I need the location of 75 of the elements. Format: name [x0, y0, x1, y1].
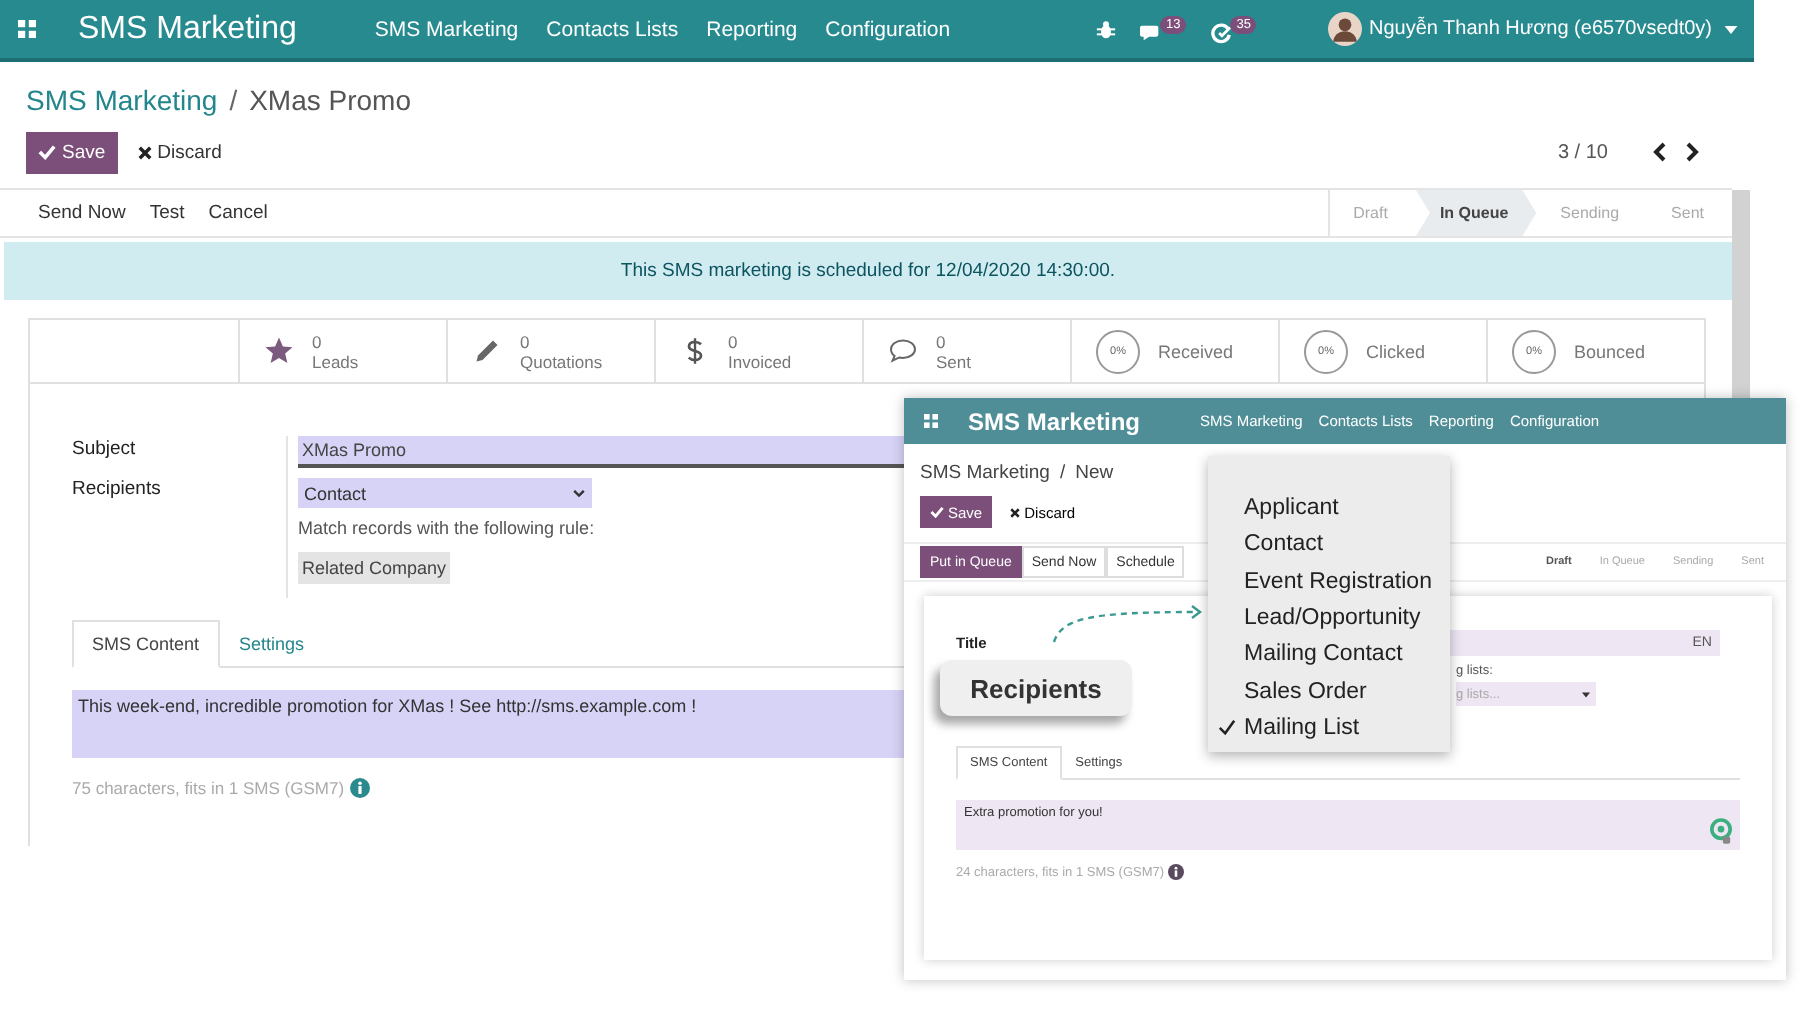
tab[interactable]: SMS Content [72, 620, 220, 668]
recipients-select[interactable]: Contact [298, 478, 592, 508]
pager-counter: 3 / 10 [1557, 141, 1608, 163]
character-counter: 75 characters, fits in 1 SMS (GSM7) [72, 778, 345, 798]
stat-value: 0 [728, 331, 740, 351]
stat-label: Leads [312, 351, 359, 371]
stat-button[interactable]: 0 Sent [862, 320, 1070, 382]
status-stage[interactable]: In Queue [1415, 190, 1537, 236]
circle-icon[interactable] [1710, 818, 1732, 844]
previous-icon[interactable] [1652, 142, 1668, 162]
bug-icon[interactable] [1096, 19, 1117, 39]
stat-label: Clicked [1366, 341, 1426, 361]
apps-menu-icon[interactable] [924, 414, 938, 428]
next-icon[interactable] [1684, 142, 1700, 162]
rule-label: Match records with the following rule: [298, 518, 595, 538]
option-label[interactable]: Contact [1244, 532, 1324, 557]
menu-item[interactable]: Contacts Lists [546, 17, 679, 41]
clock-icon [1210, 21, 1233, 43]
breadcrumb-current: SMS Marketing [920, 461, 1050, 483]
rule-chip[interactable]: Related Company [298, 552, 451, 584]
stat-label: Sent [936, 351, 971, 371]
stat-button[interactable]: 0 Invoiced [654, 320, 862, 382]
banner-text: This SMS marketing is scheduled for 12/04/2020 14:30:00. [620, 260, 1116, 282]
option-label[interactable]: Mailing Contact [1244, 642, 1403, 667]
dropdown-option[interactable]: Contact [1208, 526, 1450, 564]
option-label[interactable]: Event Registration [1244, 569, 1432, 594]
menu-item[interactable]: SMS Marketing [374, 17, 519, 41]
caret-icon[interactable] [1724, 25, 1738, 33]
app-name: SMS Marketing [78, 11, 297, 47]
menu-item[interactable]: Reporting [706, 17, 798, 41]
dropdown-option[interactable]: Event Registration [1208, 563, 1450, 600]
star-icon [264, 336, 294, 366]
check-icon [930, 506, 944, 518]
breadcrumb-separator: / [229, 84, 238, 116]
save-button[interactable]: Save [26, 131, 118, 173]
option-label[interactable]: Mailing List [1244, 715, 1360, 740]
avatar-icon[interactable] [1328, 12, 1363, 46]
action-button[interactable]: Test [137, 202, 197, 224]
check-icon [38, 144, 56, 160]
caret-icon [1582, 691, 1590, 697]
dropdown-option[interactable]: Mailing List [1208, 709, 1450, 747]
chat-icon [1140, 21, 1163, 43]
info-icon[interactable] [1168, 864, 1185, 880]
chevron-down-icon [572, 489, 586, 497]
menu-item[interactable]: Configuration [825, 17, 951, 41]
stat-value: 0 [520, 331, 532, 351]
stat-label: Received [1158, 341, 1234, 361]
speech-bubble-icon [888, 336, 918, 366]
tab[interactable]: Settings [219, 620, 325, 668]
info-icon[interactable] [350, 778, 371, 798]
close-icon [137, 145, 152, 159]
stat-value: 0 [936, 331, 948, 351]
field-label: Recipients [72, 478, 163, 500]
option-label[interactable]: Applicant [1244, 496, 1339, 521]
app-name: SMS Marketing [968, 407, 1141, 435]
stat-button[interactable]: 0 Quotations [446, 320, 654, 382]
stat-label: Bounced [1574, 341, 1646, 361]
apps-menu-icon[interactable] [18, 20, 36, 38]
stat-label: Quotations [520, 351, 603, 371]
breadcrumb-current: XMas Promo [249, 84, 412, 116]
option-label[interactable]: Lead/Opportunity [1244, 606, 1421, 631]
field-label: Subject [72, 438, 138, 460]
dropdown-option[interactable]: Applicant [1208, 490, 1450, 527]
stat-value: 0 [312, 331, 324, 351]
discard-button[interactable]: Discard [125, 139, 234, 165]
stat-button[interactable]: 0 Leads [238, 320, 446, 382]
stat-label: Invoiced [728, 351, 792, 371]
close-icon [1010, 507, 1021, 517]
action-button[interactable]: Cancel [196, 202, 280, 224]
breadcrumb-link[interactable]: SMS Marketing [26, 84, 218, 116]
action-button[interactable]: Send Now [26, 202, 138, 224]
pencil-icon [472, 336, 502, 366]
user-menu[interactable]: Nguyễn Thanh Hương (e6570vsedt0y) [1368, 18, 1712, 40]
breadcrumb-current: New [1075, 461, 1114, 483]
breadcrumb-separator: / [1059, 461, 1066, 483]
